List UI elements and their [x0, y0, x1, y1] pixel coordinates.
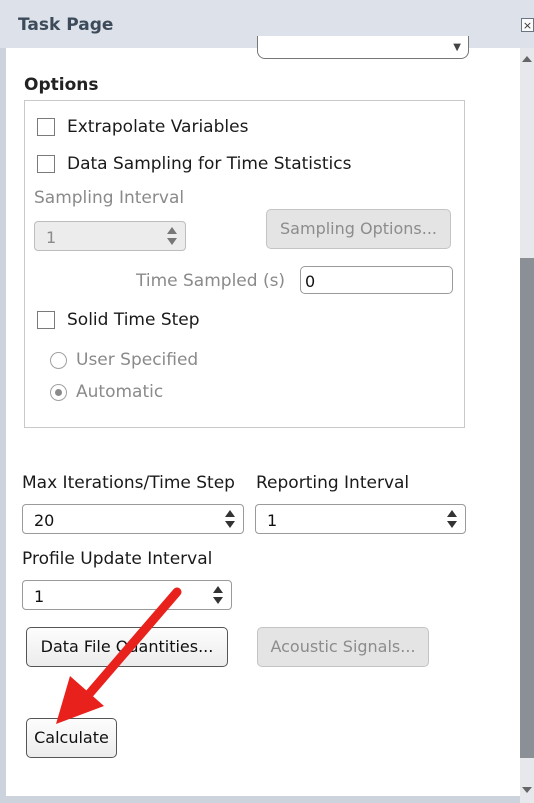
- reporting-interval-stepper[interactable]: 1: [255, 504, 466, 534]
- sampling-interval-label: Sampling Interval: [34, 188, 185, 208]
- scroll-up-icon[interactable]: [522, 56, 532, 62]
- data-file-quantities-button[interactable]: Data File Quantities...: [26, 627, 228, 667]
- scroll-down-icon[interactable]: [522, 787, 532, 793]
- sampling-interval-value: 1: [46, 228, 57, 247]
- sampling-interval-stepper[interactable]: 1: [34, 221, 186, 251]
- solid-time-step-checkbox[interactable]: [37, 311, 55, 329]
- max-iterations-value: 20: [34, 511, 55, 530]
- bottom-border: [0, 796, 520, 803]
- stepper-down-icon[interactable]: [167, 238, 177, 245]
- time-sampled-value: 0: [305, 272, 316, 291]
- calculate-button[interactable]: Calculate: [26, 718, 117, 758]
- stepper-down-icon[interactable]: [213, 597, 223, 604]
- time-sampled-field[interactable]: 0: [300, 266, 453, 294]
- close-icon[interactable]: ×: [521, 18, 534, 32]
- left-border: [0, 48, 6, 803]
- window-title: Task Page: [18, 15, 114, 35]
- scrollbar-thumb[interactable]: [520, 258, 534, 758]
- options-group: [24, 100, 465, 428]
- vertical-scrollbar[interactable]: [520, 48, 534, 803]
- arrow-head: [56, 676, 104, 724]
- partial-dropdown[interactable]: ▼: [257, 36, 469, 59]
- solid-time-step-label: Solid Time Step: [67, 310, 200, 330]
- automatic-radio[interactable]: [50, 384, 67, 401]
- stepper-down-icon[interactable]: [225, 521, 235, 528]
- profile-update-interval-label: Profile Update Interval: [22, 549, 213, 569]
- profile-update-interval-stepper[interactable]: 1: [22, 580, 232, 610]
- data-sampling-checkbox[interactable]: [37, 155, 55, 173]
- chevron-down-icon: ▼: [453, 42, 461, 53]
- reporting-interval-value: 1: [267, 511, 278, 530]
- max-iterations-stepper[interactable]: 20: [22, 504, 244, 534]
- user-specified-radio[interactable]: [50, 352, 67, 369]
- stepper-up-icon[interactable]: [167, 227, 177, 234]
- sampling-options-button[interactable]: Sampling Options...: [266, 209, 451, 249]
- options-heading: Options: [24, 75, 99, 95]
- max-iterations-label: Max Iterations/Time Step: [22, 473, 235, 493]
- stepper-up-icon[interactable]: [213, 586, 223, 593]
- extrapolate-variables-label: Extrapolate Variables: [67, 117, 249, 137]
- user-specified-label: User Specified: [76, 350, 199, 370]
- reporting-interval-label: Reporting Interval: [256, 473, 410, 493]
- stepper-down-icon[interactable]: [447, 521, 457, 528]
- data-sampling-label: Data Sampling for Time Statistics: [67, 154, 352, 174]
- stepper-up-icon[interactable]: [225, 510, 235, 517]
- stepper-up-icon[interactable]: [447, 510, 457, 517]
- automatic-label: Automatic: [76, 382, 164, 402]
- extrapolate-variables-checkbox[interactable]: [37, 118, 55, 136]
- acoustic-signals-button[interactable]: Acoustic Signals...: [257, 627, 429, 667]
- time-sampled-label: Time Sampled (s): [136, 271, 286, 291]
- profile-update-interval-value: 1: [34, 587, 45, 606]
